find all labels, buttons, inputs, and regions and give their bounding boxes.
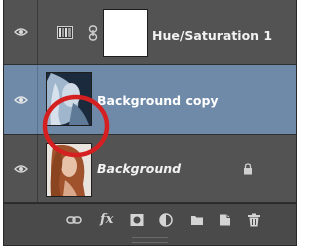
layer-row-background-copy[interactable]: Background copy	[4, 65, 296, 135]
mask-thumbnail[interactable]	[103, 9, 148, 57]
visibility-toggle[interactable]	[4, 135, 38, 202]
adjustment-layer-icon	[57, 26, 73, 39]
layers-panel: Hue/Saturation 1 Background copy Backgro…	[4, 0, 296, 245]
trash-icon[interactable]	[247, 212, 261, 228]
new-layer-icon[interactable]	[218, 212, 232, 228]
folder-icon[interactable]	[190, 212, 204, 228]
photo-thumbnail-image	[47, 73, 91, 125]
visibility-toggle[interactable]	[4, 65, 38, 134]
layer-name[interactable]: Background	[97, 161, 181, 176]
layer-row-background[interactable]: Background	[4, 135, 296, 203]
eye-icon[interactable]	[14, 164, 28, 174]
lock-icon	[244, 163, 252, 175]
layer-row-hue-saturation[interactable]: Hue/Saturation 1	[4, 0, 296, 65]
add-mask-icon[interactable]	[130, 212, 144, 228]
eye-icon[interactable]	[14, 27, 28, 37]
layer-name[interactable]: Background copy	[97, 93, 219, 108]
photo-thumbnail[interactable]	[46, 143, 92, 197]
visibility-toggle[interactable]	[4, 0, 38, 64]
fx-icon[interactable]: fx	[100, 212, 113, 228]
resize-grip[interactable]	[132, 237, 168, 243]
link-layers-icon[interactable]	[66, 212, 82, 228]
layer-name[interactable]: Hue/Saturation 1	[152, 28, 272, 43]
photo-thumbnail-image	[47, 144, 91, 196]
eye-icon[interactable]	[14, 95, 28, 105]
adjustment-icon[interactable]	[159, 212, 173, 228]
photo-thumbnail[interactable]	[46, 72, 92, 126]
layers-toolbar: fx	[4, 203, 296, 245]
link-icon[interactable]	[88, 25, 98, 41]
